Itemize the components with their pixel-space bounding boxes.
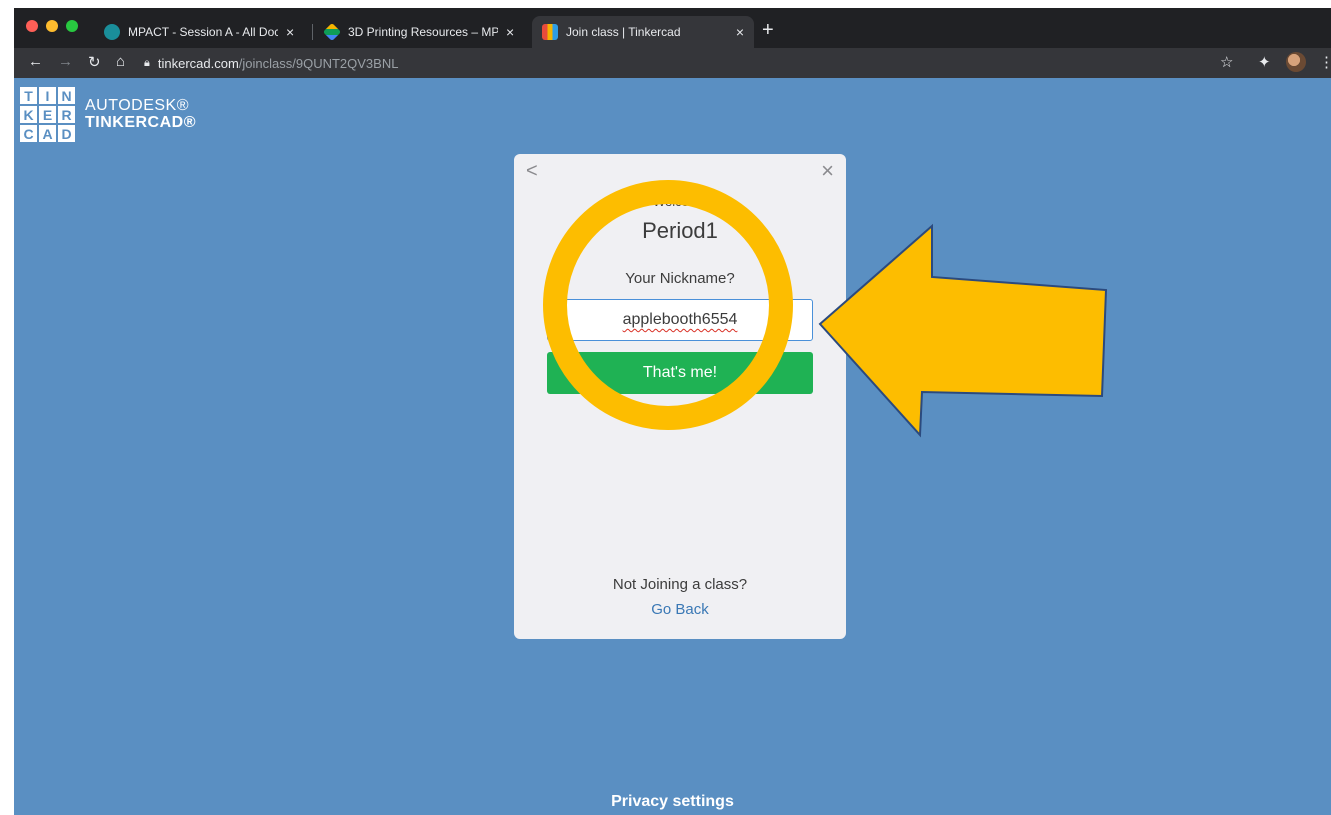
- logo-letter: C: [20, 125, 37, 142]
- logo-letter-grid: T I N K E R C A D: [20, 87, 75, 142]
- logo-wordmark: AUTODESK® TINKERCAD®: [85, 96, 197, 132]
- sharepoint-icon: [104, 24, 120, 40]
- tab-join-class[interactable]: Join class | Tinkercad ×: [532, 16, 754, 48]
- lock-icon: 🔒︎: [144, 56, 150, 69]
- browser-toolbar: ← → ↻ ⌂ 🔒︎ tinkercad.com/joinclass/9QUNT…: [14, 48, 1331, 78]
- drive-icon: [322, 22, 342, 42]
- chevron-left-icon[interactable]: <: [526, 160, 538, 183]
- tab-3d-printing[interactable]: 3D Printing Resources – MPAC ×: [314, 16, 529, 48]
- go-back-link[interactable]: Go Back: [514, 601, 846, 618]
- tab-close-icon[interactable]: ×: [286, 24, 294, 40]
- title-bar: MPACT - Session A - All Docum × 3D Print…: [14, 8, 1331, 48]
- tab-mpact-session[interactable]: MPACT - Session A - All Docum ×: [94, 16, 309, 48]
- extensions-puzzle-icon[interactable]: ✦: [1258, 53, 1271, 71]
- back-arrow-icon[interactable]: ←: [28, 53, 43, 70]
- tinkercad-icon: [542, 24, 558, 40]
- tab-close-icon[interactable]: ×: [736, 24, 744, 40]
- address-bar[interactable]: 🔒︎ tinkercad.com/joinclass/9QUNT2QV3BNL: [144, 51, 1214, 75]
- logo-letter: D: [58, 125, 75, 142]
- logo-letter: N: [58, 87, 75, 104]
- logo-letter: R: [58, 106, 75, 123]
- logo-letter: K: [20, 106, 37, 123]
- tab-title: 3D Printing Resources – MPAC: [348, 25, 498, 39]
- url-domain: tinkercad.com: [157, 55, 239, 71]
- close-icon[interactable]: ×: [821, 158, 834, 184]
- logo-letter: E: [39, 106, 56, 123]
- new-tab-button[interactable]: +: [762, 20, 774, 40]
- logo-autodesk-text: AUTODESK®: [85, 96, 190, 114]
- logo-letter: I: [39, 87, 56, 104]
- minimize-window-button[interactable]: [46, 20, 58, 32]
- not-joining-text: Not Joining a class?: [612, 576, 748, 593]
- tab-separator: [312, 24, 313, 40]
- maximize-window-button[interactable]: [66, 20, 78, 32]
- logo-tinkercad-text: TINKERCAD®: [85, 113, 197, 131]
- close-window-button[interactable]: [26, 20, 38, 32]
- privacy-settings-link[interactable]: Privacy settings: [14, 793, 1331, 811]
- url-path: /joinclass/9QUNT2QV3BNL: [238, 55, 399, 71]
- tab-title: MPACT - Session A - All Docum: [128, 25, 278, 39]
- pointer-arrow-icon: [818, 223, 1108, 438]
- tab-title: Join class | Tinkercad: [566, 25, 681, 39]
- highlight-circle: [543, 180, 793, 430]
- reload-icon[interactable]: ↻: [88, 53, 101, 71]
- logo-letter: T: [20, 87, 37, 104]
- logo-letter: A: [39, 125, 56, 142]
- window-controls: [26, 20, 78, 32]
- tab-close-icon[interactable]: ×: [506, 24, 514, 40]
- forward-arrow-icon[interactable]: →: [58, 53, 73, 70]
- bookmark-star-icon[interactable]: ☆: [1220, 53, 1233, 71]
- tinkercad-logo[interactable]: T I N K E R C A D AUTODESK® TINKERCAD®: [20, 87, 196, 142]
- home-icon[interactable]: ⌂: [116, 53, 125, 70]
- profile-avatar[interactable]: [1286, 52, 1306, 72]
- browser-menu-icon[interactable]: ⋮: [1319, 53, 1331, 71]
